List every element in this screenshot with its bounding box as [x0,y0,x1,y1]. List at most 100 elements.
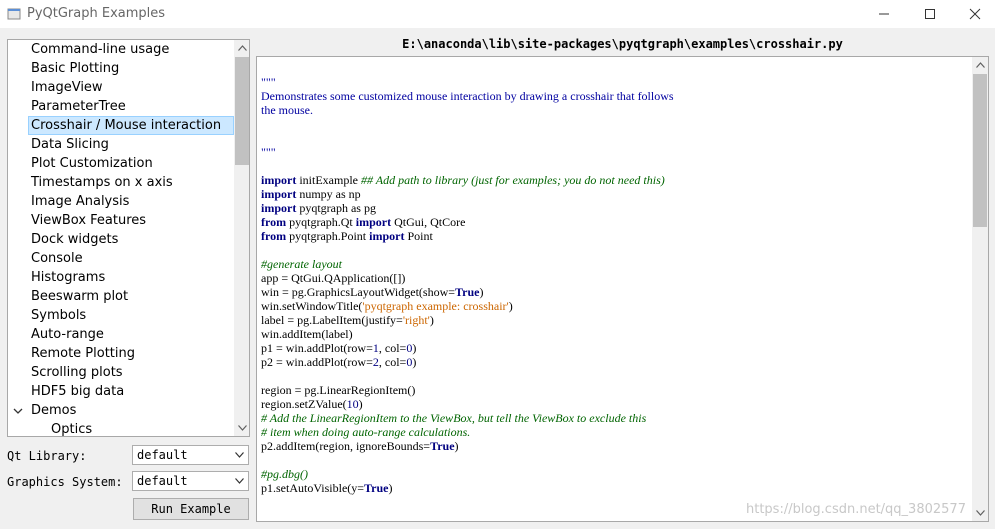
tree-item[interactable]: Basic Plotting [8,59,234,78]
tree-item[interactable]: Command-line usage [8,40,234,59]
tree-item-label: Data Slicing [31,137,109,152]
tree-item[interactable]: Timestamps on x axis [8,173,234,192]
scroll-up-arrow[interactable] [972,57,988,73]
code-token: p1.setAutoVisible(y= [261,481,365,495]
tree-item-label: Auto-range [31,327,104,342]
tree-item[interactable]: Histograms [8,268,234,287]
code-token: ) [479,285,484,299]
tree-item[interactable]: Plot Customization [8,154,234,173]
code-token: ) [388,481,393,495]
graphics-system-value: default [137,474,188,488]
code-line: win.setWindowTitle('pyqtgraph example: c… [261,299,513,313]
code-line: #pg.dbg() [261,467,308,481]
scroll-down-arrow[interactable] [234,420,249,436]
code-line: from pyqtgraph.Point import Point [261,229,433,243]
minimize-button[interactable] [861,0,907,28]
tree-item-label: Plot Customization [31,156,153,171]
scroll-thumb[interactable] [235,57,249,165]
code-token: True [455,285,480,299]
code-editor[interactable]: """ Demonstrates some customized mouse in… [256,56,989,522]
tree-item[interactable]: ImageView [8,78,234,97]
tree-item[interactable]: Image Analysis [8,192,234,211]
tree-item[interactable]: Data Slicing [8,135,234,154]
code-token: ) [358,397,363,411]
code-token: region.setZValue( [261,397,347,411]
code-token: numpy as np [296,187,361,201]
code-token: win.setWindowTitle( [261,299,363,313]
tree-item[interactable]: Demos [8,401,234,420]
code-token: True [364,481,389,495]
maximize-button[interactable] [907,0,953,28]
code-line: label = pg.LabelItem(justify='right') [261,313,434,327]
expand-chevron-icon[interactable] [13,406,23,416]
code-token: ) [454,439,459,453]
tree-scrollbar[interactable] [234,40,249,436]
code-line: p2 = win.addPlot(row=2, col=0) [261,355,416,369]
code-scrollbar[interactable] [972,57,988,521]
tree-item[interactable]: Console [8,249,234,268]
tree-item-label: HDF5 big data [31,384,125,399]
tree-item-label: Symbols [31,308,87,323]
code-token: ) [429,313,434,327]
tree-item-label: Remote Plotting [31,346,135,361]
close-icon [969,8,981,20]
code-line: Demonstrates some customized mouse inter… [261,89,674,103]
code-line: p2.addItem(region, ignoreBounds=True) [261,439,459,453]
tree-item[interactable]: Symbols [8,306,234,325]
tree-item[interactable]: ViewBox Features [8,211,234,230]
tree-item-label: Console [31,251,83,266]
code-line: app = QtGui.QApplication([]) [261,271,405,285]
code-token: win.addItem(label) [261,327,353,341]
qt-library-value: default [137,448,188,462]
examples-tree[interactable]: Command-line usage Basic Plotting ImageVie… [7,39,250,437]
tree-item[interactable]: Scrolling plots [8,363,234,382]
scroll-down-arrow[interactable] [972,505,988,521]
code-line: #generate layout [261,257,342,271]
code-token: p2 = win.addPlot(row= [261,355,373,369]
scroll-thumb[interactable] [973,74,987,227]
code-token: , col= [378,341,407,355]
tree-item-label: Timestamps on x axis [31,175,173,190]
file-path-label: E:\anaconda\lib\site-packages\pyqtgraph\… [402,37,843,51]
code-token: # item when doing auto-range calculation… [261,425,471,439]
code-token: ) [412,341,417,355]
chevron-up-icon [237,45,247,51]
code-token: ## Add path to library (just for example… [360,173,665,187]
code-line: from pyqtgraph.Qt import QtGui, QtCore [261,215,465,229]
graphics-system-select[interactable]: default [132,471,249,491]
tree-item-label: Optics [51,422,93,437]
code-line: import initExample ## Add path to librar… [261,173,665,187]
tree-item[interactable]: Dock widgets [8,230,234,249]
tree-item-label: ViewBox Features [31,213,147,228]
title-bar: PyQtGraph Examples [0,0,995,28]
code-token: import [261,173,297,187]
tree-item-label: Dock widgets [31,232,119,247]
code-token: Demonstrates some customized mouse inter… [261,89,674,103]
tree-item[interactable]: ParameterTree [8,97,234,116]
tree-item[interactable]: HDF5 big data [8,382,234,401]
code-token: app = QtGui.QApplication([]) [261,271,406,285]
code-token: ) [412,355,417,369]
tree-item[interactable]: Optics [8,420,234,437]
tree-item[interactable]: Crosshair / Mouse interaction [28,116,234,135]
tree-item[interactable]: Remote Plotting [8,344,234,363]
qt-library-select[interactable]: default [132,445,249,465]
run-example-button[interactable]: Run Example [133,498,249,520]
code-token: 'right' [402,313,430,327]
code-token: win = pg.GraphicsLayoutWidget(show= [261,285,456,299]
code-token: from [261,215,287,229]
code-token: QtGui, QtCore [391,215,466,229]
scroll-up-arrow[interactable] [234,40,249,56]
code-line: """ [261,145,276,159]
code-token: import [261,201,297,215]
code-line: the mouse. [261,103,313,117]
maximize-icon [925,9,935,19]
code-line: import pyqtgraph as pg [261,201,376,215]
tree-item[interactable]: Auto-range [8,325,234,344]
code-token: import [261,187,297,201]
tree-item-label: Beeswarm plot [31,289,129,304]
close-button[interactable] [952,0,995,28]
chevron-down-icon [237,425,247,431]
tree-item[interactable]: Beeswarm plot [8,287,234,306]
code-token: 'pyqtgraph example: crosshair' [362,299,509,313]
